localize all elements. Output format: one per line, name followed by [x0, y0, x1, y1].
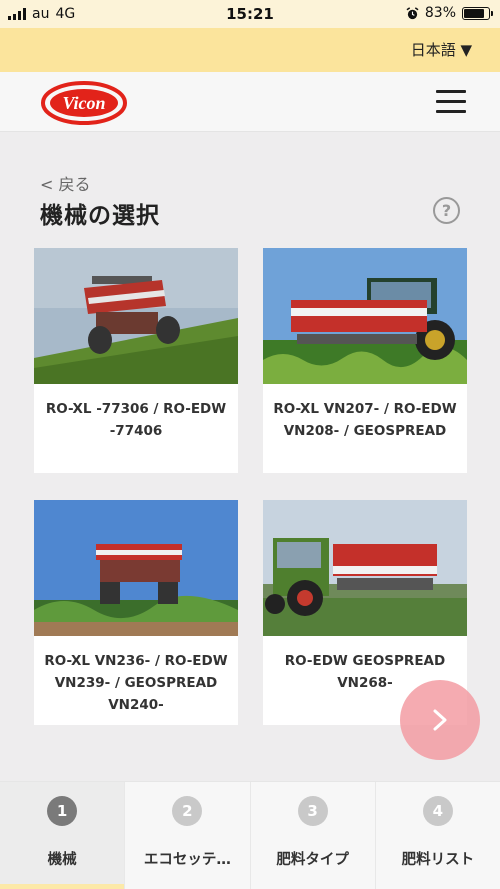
logo-text: Vicon — [62, 93, 105, 113]
app-header: Vicon — [0, 72, 500, 132]
step-tab-bar: 1 機械 2 エコセッテ… 3 肥料タイプ 4 肥料リスト — [0, 781, 500, 889]
chevron-right-icon — [433, 709, 447, 731]
status-bar: au 4G 15:21 83% — [0, 0, 500, 28]
vicon-logo[interactable]: Vicon — [40, 80, 128, 126]
machine-photo — [263, 248, 467, 384]
tab-label: 機械 — [47, 852, 77, 868]
back-link[interactable]: < 戻る — [40, 171, 91, 195]
machine-card[interactable]: RO-XL -77306 / RO-EDW -77406 — [34, 248, 238, 473]
tab-label: エコセッテ… — [143, 852, 231, 868]
step-number-badge: 2 — [172, 796, 203, 826]
language-bar: 日本語 ▼ — [0, 28, 500, 72]
tab-fertilizer-list[interactable]: 4 肥料リスト — [376, 782, 500, 889]
next-button[interactable] — [400, 680, 480, 760]
step-number-badge: 1 — [47, 796, 78, 826]
active-tab-indicator — [0, 884, 125, 889]
battery-percent: 83% — [424, 5, 456, 21]
machine-photo — [34, 500, 238, 636]
tab-fertilizer-type[interactable]: 3 肥料タイプ — [251, 782, 376, 889]
machine-card[interactable]: RO-XL VN236- / RO-EDW VN239- / GEOSPREAD… — [34, 500, 238, 725]
machine-card-label: RO-XL VN207- / RO-EDW VN208- / GEOSPREAD — [273, 401, 457, 439]
battery-fill — [464, 8, 484, 18]
status-right: 83% — [406, 5, 493, 21]
tab-label: 肥料リスト — [401, 852, 475, 868]
tab-label: 肥料タイプ — [276, 852, 349, 868]
tab-machine[interactable]: 1 機械 — [0, 782, 126, 889]
help-icon[interactable]: ? — [433, 197, 460, 224]
machine-photo — [263, 500, 467, 636]
machine-card-label: RO-XL -77306 / RO-EDW -77406 — [45, 401, 227, 439]
battery-icon — [462, 6, 493, 20]
step-number-badge: 3 — [297, 796, 328, 826]
language-selector[interactable]: 日本語 ▼ — [411, 39, 472, 60]
machine-card-label: RO-XL VN236- / RO-EDW VN239- / GEOSPREAD… — [44, 653, 228, 713]
page-title: 機械の選択 — [40, 203, 160, 229]
step-number-badge: 4 — [422, 796, 453, 826]
machine-photo — [34, 248, 238, 384]
machine-card[interactable]: RO-XL VN207- / RO-EDW VN208- / GEOSPREAD — [263, 248, 467, 473]
alarm-clock-icon — [406, 6, 419, 19]
tab-eco-setting[interactable]: 2 エコセッテ… — [125, 782, 251, 889]
hamburger-menu-icon[interactable] — [436, 90, 466, 114]
